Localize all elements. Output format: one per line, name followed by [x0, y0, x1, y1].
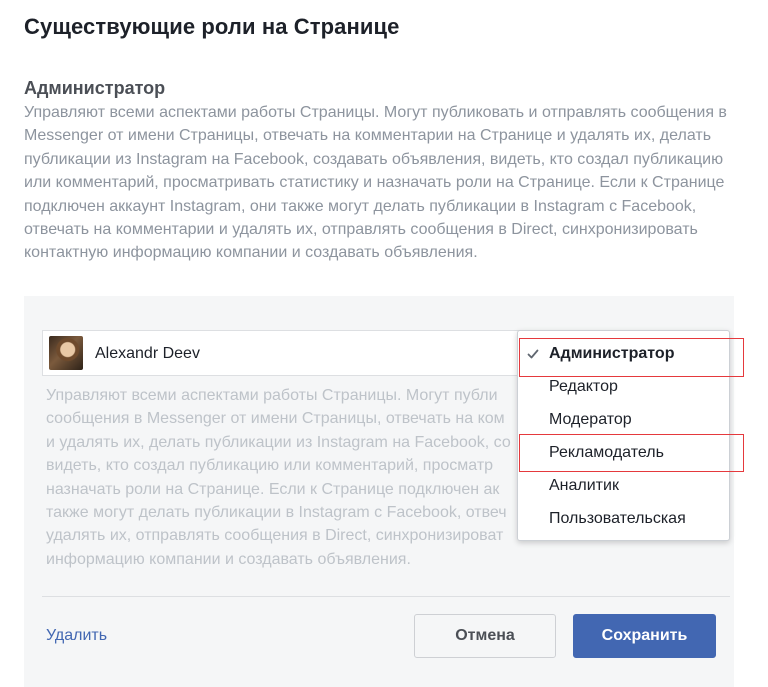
save-button[interactable]: Сохранить	[573, 614, 716, 658]
role-heading: Администратор	[24, 78, 166, 98]
card-desc-line: информацию компании и создавать объявлен…	[46, 550, 411, 568]
dropdown-option-advertiser[interactable]: Рекламодатель	[549, 444, 664, 462]
avatar	[49, 336, 83, 370]
check-icon	[527, 349, 539, 359]
card-desc-line: и удалять их, делать публикации из Insta…	[46, 433, 511, 451]
card-desc-line: также могут делать публикации в Instagra…	[46, 504, 507, 522]
dropdown-option-editor[interactable]: Редактор	[549, 378, 618, 396]
user-name: Alexandr Deev	[95, 345, 200, 362]
card-desc-line: Управляют всеми аспектами работы Страниц…	[46, 387, 498, 404]
dropdown-option-custom[interactable]: Пользовательская	[549, 510, 686, 528]
role-card-description: Управляют всеми аспектами работы Страниц…	[46, 384, 516, 571]
dropdown-option-moderator[interactable]: Модератор	[549, 411, 632, 429]
user-row[interactable]: Alexandr Deev	[42, 330, 532, 376]
delete-link[interactable]: Удалить	[46, 627, 107, 645]
page-title: Существующие роли на Странице	[24, 14, 400, 39]
dropdown-option-analyst[interactable]: Аналитик	[549, 477, 619, 495]
card-desc-line: сообщения в Messenger от имени Страницы,…	[46, 410, 505, 428]
card-desc-line: видеть, кто создал публикацию или коммен…	[46, 457, 494, 475]
role-description: Управляют всеми аспектами работы Страниц…	[24, 104, 727, 262]
role-dropdown-menu: Администратор Редактор Модератор Рекламо…	[517, 330, 730, 541]
card-desc-line: удалять их, отправлять сообщения в Direc…	[46, 527, 504, 545]
divider	[42, 596, 730, 597]
dropdown-option-admin[interactable]: Администратор	[549, 345, 674, 363]
card-desc-line: назначать роли на Странице. Если к Стран…	[46, 480, 500, 498]
cancel-button[interactable]: Отмена	[414, 614, 556, 658]
